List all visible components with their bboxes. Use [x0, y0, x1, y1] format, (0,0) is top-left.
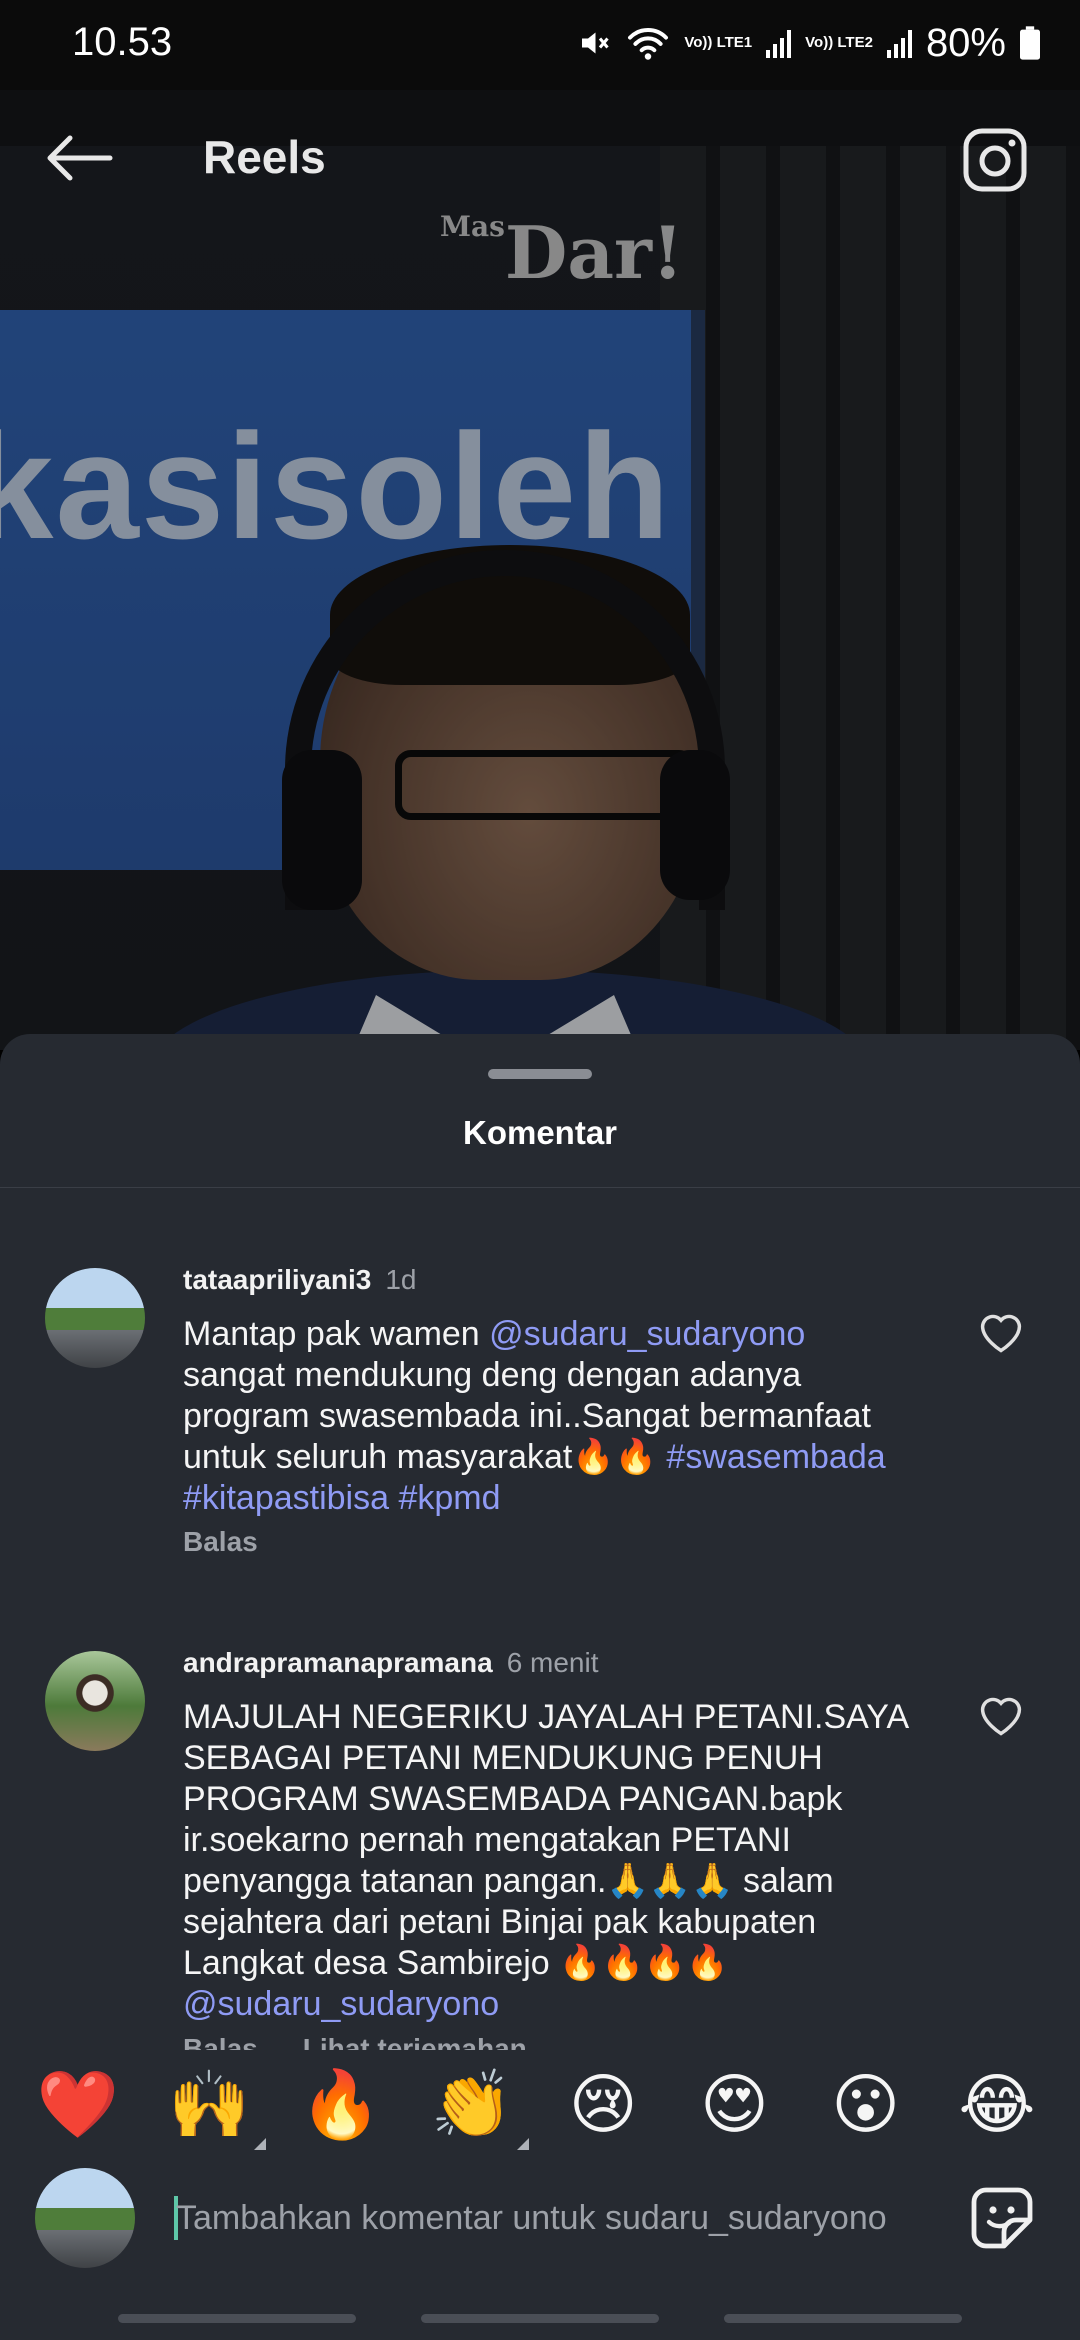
heart-eyes-emoji-glyph: 😍: [700, 2066, 769, 2143]
avatar[interactable]: [45, 1651, 145, 1751]
avatar[interactable]: [45, 1268, 145, 1368]
comment-input-bar: [0, 2160, 1080, 2290]
status-bar: 10.53 Vo)) LTE1 Vo)) LTE2 80%: [0, 0, 1080, 90]
reel-video[interactable]: kasisoleh MasDar!: [0, 90, 1080, 1050]
mute-icon: [582, 32, 610, 54]
raising-hands-emoji-glyph: 🙌: [168, 2066, 251, 2143]
raising-hands-emoji[interactable]: 🙌: [166, 2062, 267, 2150]
comment-time: 1d: [385, 1264, 417, 1295]
heart-eyes-emoji[interactable]: 😍: [691, 2062, 777, 2148]
surprised-face-emoji[interactable]: 😮: [823, 2062, 909, 2148]
comment-link[interactable]: #kpmd: [398, 1479, 500, 1517]
heart-emoji-glyph: ❤️: [36, 2066, 120, 2143]
variant-indicator-icon: [254, 2138, 267, 2150]
sticker-icon: [971, 2187, 1033, 2249]
nav-back-button[interactable]: [724, 2314, 962, 2323]
comment-username[interactable]: andrapramanapramana: [183, 1647, 493, 1678]
nav-recents-button[interactable]: [118, 2314, 356, 2323]
comment-input[interactable]: [176, 2188, 936, 2248]
sim2-label: Vo)) LTE2: [805, 34, 873, 51]
comment-meta: tataapriliyani3 1d: [183, 1264, 416, 1296]
like-button[interactable]: [975, 1689, 1027, 1737]
system-nav-bar: [0, 2290, 1080, 2340]
comments-list[interactable]: tataapriliyani3 1d Mantap pak wamen @suda…: [0, 1188, 1080, 2066]
wifi-icon: [628, 28, 669, 60]
tears-of-joy-emoji[interactable]: 😂: [954, 2062, 1040, 2148]
comment-link[interactable]: #kitapastibisa: [183, 1479, 389, 1517]
camera-icon: [963, 128, 1027, 192]
signal-icon-2: [886, 28, 912, 58]
fire-emoji-glyph: 🔥: [299, 2066, 382, 2143]
like-button[interactable]: [975, 1306, 1027, 1354]
back-button[interactable]: [40, 128, 120, 188]
clapping-hands-emoji[interactable]: 👏: [429, 2062, 529, 2150]
comment-link[interactable]: @sudaru_sudaryono: [489, 1315, 805, 1353]
reels-header: Reels: [0, 100, 1080, 220]
heart-outline-icon: [980, 1697, 1022, 1736]
status-time: 10.53: [72, 20, 173, 64]
comment-actions: Balas: [183, 1526, 258, 1558]
variant-indicator-icon: [516, 2138, 529, 2150]
sticker-button[interactable]: [968, 2184, 1036, 2252]
crying-face-emoji-glyph: 😢: [568, 2066, 638, 2143]
quick-reactions-bar: ❤️ 🙌 🔥 👏 😢 😍 😮 😂: [0, 2050, 1080, 2160]
camera-button[interactable]: [960, 125, 1030, 195]
nav-home-button[interactable]: [421, 2314, 659, 2323]
current-user-avatar: [35, 2168, 135, 2268]
heart-emoji[interactable]: ❤️: [35, 2062, 121, 2148]
comment-text-segment: Mantap pak wamen: [183, 1315, 490, 1353]
arrow-left-icon: [47, 135, 113, 181]
video-dim-overlay: [0, 90, 1080, 1050]
signal-icon: [766, 28, 792, 58]
surprised-face-emoji-glyph: 😮: [831, 2066, 901, 2143]
fire-emoji[interactable]: 🔥: [298, 2062, 384, 2148]
crying-face-emoji[interactable]: 😢: [560, 2062, 646, 2148]
sim1-label: Vo)) LTE1: [684, 34, 753, 51]
clapping-hands-emoji-glyph: 👏: [430, 2066, 513, 2143]
page-title: Reels: [203, 131, 326, 183]
status-icons: Vo)) LTE1 Vo)) LTE2 80%: [576, 18, 1040, 68]
comment-text: Mantap pak wamen @sudaru_sudaryono sanga…: [183, 1314, 943, 1519]
comment-username[interactable]: tataapriliyani3: [183, 1264, 371, 1295]
comment-text-segment: MAJULAH NEGERIKU JAYALAH PETANI.SAYA SEB…: [183, 1698, 910, 1982]
tears-of-joy-emoji-glyph: 😂: [958, 2066, 1036, 2143]
comment-link[interactable]: #swasembada: [666, 1438, 885, 1476]
reply-button[interactable]: Balas: [183, 1526, 258, 1557]
comment-link[interactable]: @sudaru_sudaryono: [183, 1985, 499, 2023]
sheet-title: Komentar: [462, 1114, 618, 1151]
comment-time: 6 menit: [506, 1647, 599, 1678]
heart-outline-icon: [980, 1314, 1022, 1353]
battery-percent: 80%: [925, 20, 1006, 65]
sheet-drag-handle[interactable]: [488, 1069, 592, 1079]
comment-meta: andrapramanapramana 6 menit: [183, 1647, 599, 1679]
battery-icon: [1020, 26, 1040, 60]
comment-text: MAJULAH NEGERIKU JAYALAH PETANI.SAYA SEB…: [183, 1697, 943, 2025]
